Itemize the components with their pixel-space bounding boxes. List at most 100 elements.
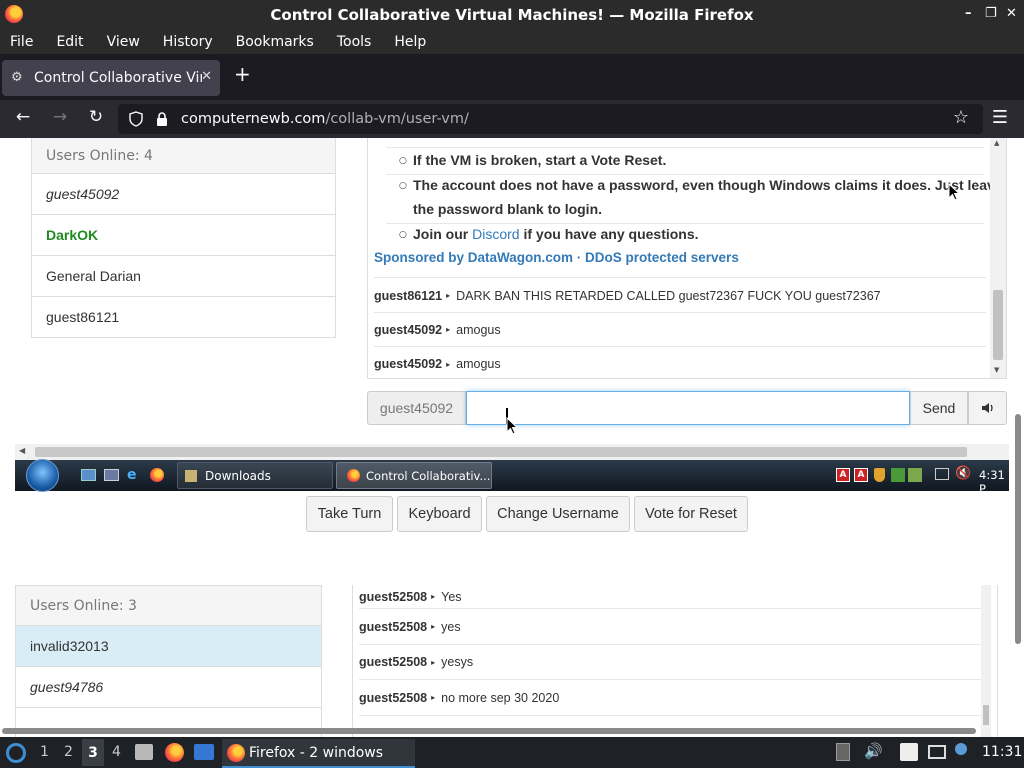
keyboard-button[interactable]: Keyboard: [397, 496, 482, 532]
new-tab-button[interactable]: +: [234, 62, 251, 86]
discord-link[interactable]: Discord: [472, 226, 519, 242]
chat-message: guest45092 ▸ amogus: [374, 313, 986, 347]
vm-task-firefox[interactable]: Control Collaborativ...: [336, 462, 492, 489]
tray-tool-icon[interactable]: [908, 468, 922, 482]
volume-button[interactable]: [968, 391, 1007, 425]
workspace-1[interactable]: 1: [40, 744, 49, 760]
users-online-header: Users Online: 4: [32, 138, 335, 174]
speaker-icon: [981, 403, 993, 413]
chat-input-row: guest45092 Send: [367, 391, 1007, 425]
user-list-item[interactable]: guest94786: [16, 667, 321, 708]
volume-muted-icon[interactable]: 🔇: [955, 466, 971, 481]
chat-scrollbar[interactable]: ▲ ▼: [990, 138, 1006, 378]
firefox-launcher-icon[interactable]: [165, 743, 184, 762]
user-list-item[interactable]: invalid32013: [16, 626, 321, 667]
url-bar[interactable]: computernewb.com/collab-vm/user-vm/: [118, 104, 983, 134]
minimize-icon[interactable]: –: [965, 6, 972, 21]
window-switch-icon[interactable]: [104, 469, 119, 481]
page-horizontal-scrollbar[interactable]: [0, 725, 1010, 737]
firefox-icon: [227, 743, 245, 762]
tray-volume-icon[interactable]: 🔊: [864, 742, 883, 760]
chat-message: guest45092 ▸ amogus: [374, 347, 986, 378]
tab-label: Control Collaborative Virt: [34, 70, 202, 86]
tray-notification-icon[interactable]: [955, 743, 967, 755]
send-button[interactable]: Send: [910, 391, 968, 425]
menu-file[interactable]: File: [10, 34, 33, 50]
chat-input[interactable]: [466, 391, 910, 425]
security-shield-icon[interactable]: [874, 468, 885, 482]
bookmark-star-icon[interactable]: ☆: [949, 107, 973, 128]
firefox-logo-icon: [5, 5, 23, 23]
chat-scrollbar-thumb[interactable]: [993, 290, 1003, 360]
desktop-clock[interactable]: 11:31: [982, 744, 1022, 760]
users-online-header: Users Online: 3: [16, 586, 321, 626]
taskbar-task-firefox[interactable]: Firefox - 2 windows: [222, 739, 415, 768]
user-list-item[interactable]: guest45092: [32, 174, 335, 215]
terminal-icon[interactable]: [194, 744, 214, 760]
chat-scrollbar-thumb[interactable]: [983, 705, 989, 725]
firefox-icon: [347, 469, 360, 482]
firefox-quicklaunch-icon[interactable]: [150, 468, 164, 482]
chat-message: guest86121 ▸ DARK BAN THIS RETARDED CALLED…: [374, 279, 986, 313]
close-icon[interactable]: ✕: [1006, 6, 1017, 21]
lock-icon[interactable]: [155, 111, 169, 127]
scrollbar-thumb[interactable]: [35, 447, 967, 457]
tab-collab-vm[interactable]: ⚙ Control Collaborative Virt ✕: [2, 60, 220, 96]
bullet-icon: ○: [399, 181, 407, 191]
scroll-up-icon[interactable]: ▲: [994, 139, 999, 147]
rules-partial-line: [386, 138, 984, 148]
tray-app-icon[interactable]: A: [836, 468, 850, 482]
network-icon[interactable]: [935, 468, 949, 480]
menu-tools[interactable]: Tools: [337, 34, 372, 50]
menu-help[interactable]: Help: [394, 34, 426, 50]
tab-strip: ⚙ Control Collaborative Virt ✕: [0, 54, 1024, 100]
workspace-4[interactable]: 4: [112, 744, 121, 760]
tray-eject-icon[interactable]: [836, 743, 850, 761]
workspace-2[interactable]: 2: [64, 744, 73, 760]
scroll-down-icon[interactable]: ▼: [994, 366, 999, 374]
page-scrollbar-thumb[interactable]: [1015, 414, 1021, 644]
workspace-3-active[interactable]: 3: [82, 739, 104, 766]
vm-task-label: Downloads: [205, 468, 271, 483]
reload-icon[interactable]: ↻: [84, 107, 108, 127]
tab-close-icon[interactable]: ✕: [201, 69, 212, 84]
vm-horizontal-scrollbar[interactable]: ◀: [15, 444, 1009, 460]
chat-text: no more sep 30 2020: [441, 690, 560, 705]
page-hscrollbar-thumb[interactable]: [2, 728, 976, 734]
menu-edit[interactable]: Edit: [56, 34, 83, 50]
internet-explorer-icon[interactable]: e: [127, 467, 137, 483]
vm-screen-taskbar[interactable]: e Downloads Control Collaborativ... A A …: [15, 459, 1009, 496]
vm-task-downloads[interactable]: Downloads: [177, 462, 333, 489]
tray-clipboard-icon[interactable]: [900, 743, 918, 761]
bullet-icon: ○: [399, 156, 407, 166]
start-menu-icon[interactable]: [6, 743, 26, 763]
show-desktop-icon[interactable]: [81, 469, 96, 481]
chat-username: guest45092: [374, 357, 443, 371]
windows-start-orb-icon[interactable]: [26, 459, 59, 492]
menu-history[interactable]: History: [163, 34, 213, 50]
back-icon[interactable]: ←: [11, 107, 35, 127]
change-username-button[interactable]: Change Username: [486, 496, 630, 532]
hamburger-menu-icon[interactable]: ☰: [988, 107, 1012, 128]
user-list-item[interactable]: General Darian: [32, 256, 335, 297]
collabvm-favicon-icon: ⚙: [11, 70, 23, 85]
file-manager-icon[interactable]: [135, 744, 153, 760]
scroll-left-icon[interactable]: ◀: [19, 446, 25, 455]
maximize-icon[interactable]: ❐: [985, 6, 997, 21]
user-list-item[interactable]: guest86121: [32, 297, 335, 337]
chat-scrollbar[interactable]: [981, 585, 991, 737]
chat-message: guest52508 ▸ yes: [359, 609, 981, 645]
vote-for-reset-button[interactable]: Vote for Reset: [634, 496, 748, 532]
caret-right-icon: ▸: [446, 325, 451, 334]
menu-bookmarks[interactable]: Bookmarks: [236, 34, 314, 50]
sponsor-link[interactable]: Sponsored by DataWagon.com · DDoS protec…: [374, 250, 739, 265]
tray-app-icon[interactable]: A: [854, 468, 868, 482]
page-vertical-scrollbar[interactable]: [1012, 138, 1024, 737]
tray-update-icon[interactable]: [891, 468, 905, 482]
shield-icon[interactable]: [128, 111, 144, 127]
tray-display-icon[interactable]: [928, 745, 946, 759]
vm-clock[interactable]: 4:31 P: [979, 468, 1009, 496]
take-turn-button[interactable]: Take Turn: [306, 496, 393, 532]
user-list-item[interactable]: DarkOK: [32, 215, 335, 256]
menu-view[interactable]: View: [107, 34, 140, 50]
